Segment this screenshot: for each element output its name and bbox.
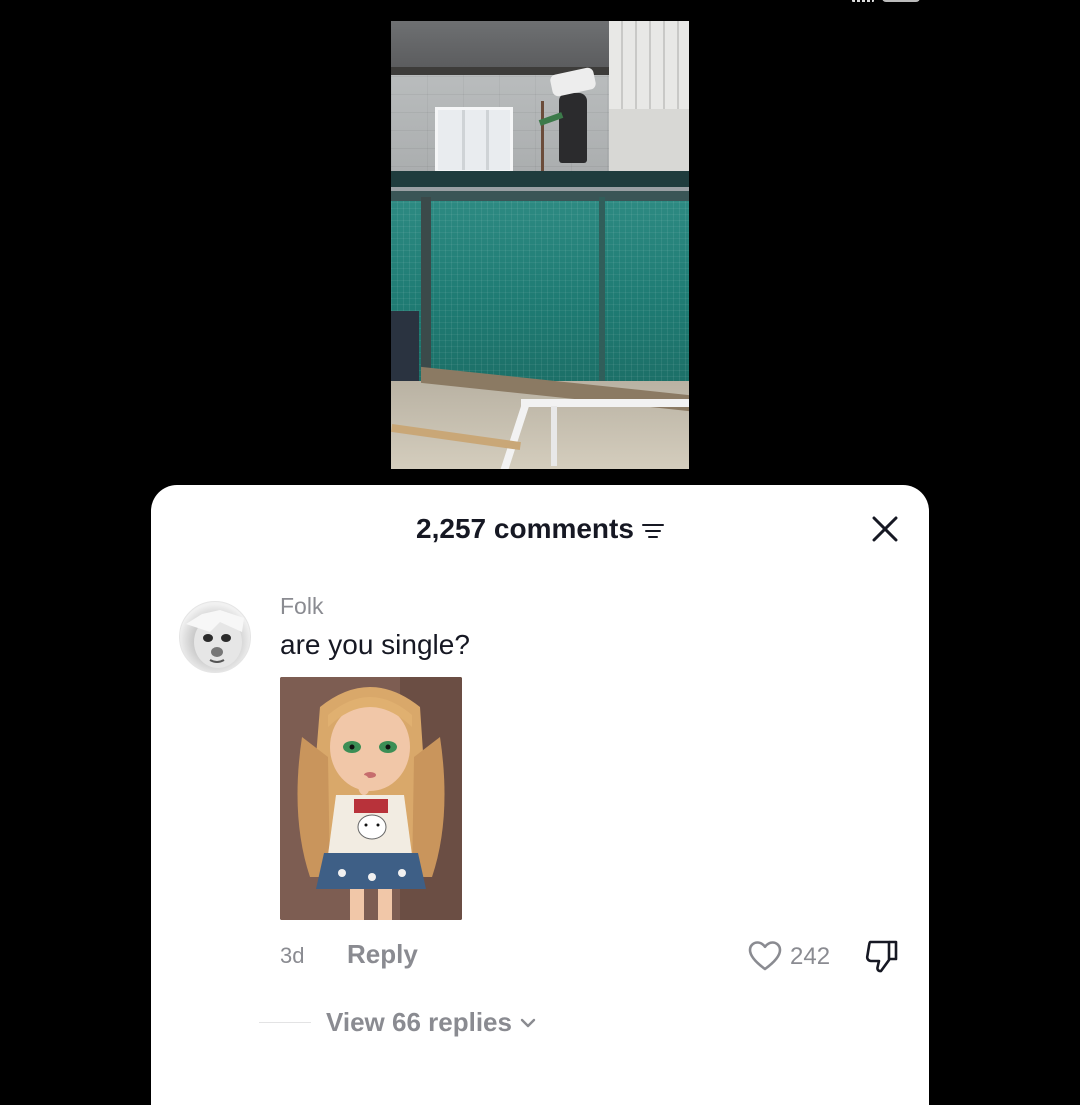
video-scene-person — [559, 93, 587, 163]
comment-sticker-image[interactable] — [280, 677, 462, 920]
video-player[interactable] — [391, 21, 689, 469]
like-count: 242 — [790, 943, 831, 970]
comment-timestamp: 3d — [280, 943, 305, 968]
comments-header: 2,257 comments — [151, 509, 929, 549]
replies-divider — [259, 1022, 311, 1023]
sort-icon[interactable] — [641, 522, 664, 540]
avatar-image — [186, 610, 244, 668]
status-bar-indicators — [852, 0, 920, 2]
reply-button[interactable]: Reply — [347, 939, 418, 970]
avatar[interactable] — [179, 601, 251, 673]
signal-icon — [852, 0, 874, 2]
chevron-down-icon — [520, 1018, 536, 1027]
doll-illustration — [280, 677, 462, 920]
battery-icon — [882, 0, 920, 2]
comments-sheet: 2,257 comments Folk are you single? 3d R… — [151, 485, 929, 1105]
comment-username[interactable]: Folk — [280, 593, 323, 620]
heart-outline-icon[interactable] — [748, 940, 782, 972]
view-replies-label: View 66 replies — [326, 1007, 512, 1037]
close-icon[interactable] — [871, 515, 899, 543]
comment-count: 2,257 comments — [416, 513, 634, 544]
video-scene-window — [435, 107, 513, 173]
view-replies-button[interactable]: View 66 replies — [326, 1007, 536, 1038]
comment-text: are you single? — [280, 629, 470, 660]
thumbs-down-icon[interactable] — [863, 938, 901, 974]
